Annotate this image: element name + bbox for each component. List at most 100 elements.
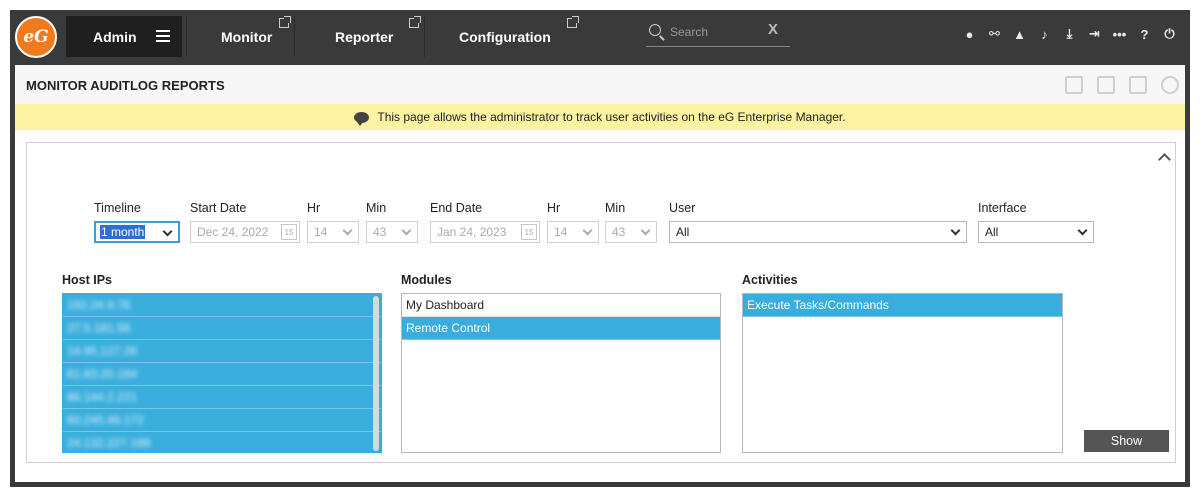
modules-list[interactable]: My Dashboard Remote Control <box>401 293 721 453</box>
start-min-label: Min <box>366 201 387 215</box>
list-item[interactable]: 60.245.46.172 <box>63 409 381 432</box>
schedule-icon[interactable] <box>1161 76 1179 94</box>
host-ip-text: 24.132.227.189 <box>67 436 151 450</box>
host-ips-list[interactable]: 192.24.9.76 27.5.181.56 14.95.127.26 61.… <box>62 293 382 453</box>
nav-admin-tab[interactable]: Admin <box>66 16 182 57</box>
host-ips-label: Host IPs <box>62 273 113 287</box>
search-input[interactable] <box>670 23 766 41</box>
user-icon[interactable]: ● <box>957 24 982 44</box>
chevron-down-icon <box>640 225 651 236</box>
end-min-select[interactable]: 43 <box>605 221 657 243</box>
interface-value: All <box>985 225 999 239</box>
user-label: User <box>669 201 696 215</box>
chevron-down-icon <box>162 226 173 237</box>
start-date-value: Dec 24, 2022 <box>197 225 269 239</box>
interface-select[interactable]: All <box>978 221 1094 243</box>
external-link-icon <box>409 16 421 28</box>
activities-list[interactable]: Execute Tasks/Commands <box>742 293 1063 453</box>
list-item[interactable]: My Dashboard <box>402 294 720 317</box>
start-hr-select[interactable]: 14 <box>307 221 359 243</box>
nav-tab-reporter[interactable]: Reporter <box>294 16 424 57</box>
list-item[interactable]: 24.132.227.189 <box>63 432 381 452</box>
list-item[interactable]: 27.5.181.56 <box>63 317 381 340</box>
hamburger-menu-icon[interactable] <box>156 30 170 42</box>
module-text: My Dashboard <box>406 298 485 312</box>
end-date-label: End Date <box>430 201 483 215</box>
eg-logo[interactable]: eG <box>15 16 57 58</box>
excel-icon[interactable] <box>1129 76 1147 94</box>
start-min-value: 43 <box>373 225 387 239</box>
activities-label: Activities <box>742 273 798 287</box>
list-item[interactable]: Execute Tasks/Commands <box>743 294 1062 317</box>
header-actions <box>1065 76 1179 94</box>
end-date-field[interactable]: Jan 24, 2023 15 <box>430 221 540 243</box>
power-icon[interactable]: ⏻ <box>1157 24 1182 44</box>
clear-search-icon[interactable]: X <box>768 21 778 38</box>
page-header: MONITOR AUDITLOG REPORTS <box>15 65 1185 104</box>
search-icon <box>649 24 661 36</box>
timeline-value: 1 month <box>100 225 146 239</box>
chevron-up-icon[interactable] <box>1158 153 1171 166</box>
chevron-down-icon <box>401 225 412 236</box>
chevron-down-icon <box>950 225 961 236</box>
list-item[interactable]: 192.24.9.76 <box>63 294 381 317</box>
toolbar-icons: ● ⚯ ▲ ♪ ⤓ ⇥ ••• ? ⏻ <box>957 24 1182 44</box>
calendar-icon[interactable]: 15 <box>521 224 537 240</box>
host-ip-text: 14.95.127.26 <box>67 344 138 358</box>
start-hr-value: 14 <box>314 225 328 239</box>
list-item[interactable]: 61.83.20.164 <box>63 363 381 386</box>
top-nav-bar: eG Admin Monitor Reporter Configuration … <box>10 10 1190 65</box>
module-text: Remote Control <box>406 321 491 335</box>
print-icon[interactable] <box>1097 76 1115 94</box>
help-icon[interactable]: ? <box>1132 24 1157 44</box>
nav-admin-label: Admin <box>93 28 137 45</box>
host-ip-text: 60.245.46.172 <box>67 413 144 427</box>
timeline-label: Timeline <box>94 201 141 215</box>
host-ip-text: 86.144.2.221 <box>67 390 138 404</box>
page-title: MONITOR AUDITLOG REPORTS <box>26 78 225 93</box>
start-hr-label: Hr <box>307 201 321 215</box>
start-date-field[interactable]: Dec 24, 2022 15 <box>190 221 300 243</box>
search-box: X <box>646 20 790 47</box>
more-icon[interactable]: ••• <box>1107 24 1132 44</box>
pdf-icon[interactable] <box>1065 76 1083 94</box>
external-link-icon <box>567 16 579 28</box>
start-min-select[interactable]: 43 <box>366 221 418 243</box>
list-item[interactable]: 14.95.127.26 <box>63 340 381 363</box>
user-select[interactable]: All <box>669 221 967 243</box>
chevron-down-icon <box>1077 225 1088 236</box>
bell-icon[interactable]: ♪ <box>1032 24 1057 44</box>
end-min-value: 43 <box>612 225 626 239</box>
list-item[interactable]: 86.144.2.221 <box>63 386 381 409</box>
download-icon[interactable]: ⤓ <box>1057 24 1082 44</box>
user-value: All <box>676 225 690 239</box>
nav-tab-configuration[interactable]: Configuration <box>424 16 584 57</box>
host-ip-text: 27.5.181.56 <box>67 321 131 335</box>
end-min-label: Min <box>605 201 626 215</box>
timeline-select[interactable]: 1 month <box>94 221 180 243</box>
app-window: eG Admin Monitor Reporter Configuration … <box>10 10 1190 487</box>
login-icon[interactable]: ⇥ <box>1082 24 1107 44</box>
host-ips-scrollbar[interactable] <box>373 296 379 451</box>
show-button[interactable]: Show <box>1084 430 1169 452</box>
activity-text: Execute Tasks/Commands <box>747 298 889 312</box>
info-text: This page allows the administrator to tr… <box>377 110 846 124</box>
nav-tab-label: Monitor <box>221 28 273 45</box>
host-ip-text: 61.83.20.164 <box>67 367 138 381</box>
link-icon[interactable]: ⚯ <box>982 24 1007 44</box>
end-hr-label: Hr <box>547 201 561 215</box>
interface-label: Interface <box>978 201 1027 215</box>
start-date-label: Start Date <box>190 201 247 215</box>
nav-tab-label: Reporter <box>335 28 394 45</box>
content-panel: MONITOR AUDITLOG REPORTS This page allow… <box>15 65 1185 482</box>
end-hr-select[interactable]: 14 <box>547 221 599 243</box>
nav-tab-monitor[interactable]: Monitor <box>186 16 294 57</box>
chart-icon[interactable]: ▲ <box>1007 24 1032 44</box>
modules-label: Modules <box>401 273 452 287</box>
calendar-icon[interactable]: 15 <box>281 224 297 240</box>
end-date-value: Jan 24, 2023 <box>437 225 507 239</box>
info-banner: This page allows the administrator to tr… <box>15 104 1185 130</box>
speech-bubble-icon <box>354 111 370 126</box>
list-item[interactable]: Remote Control <box>402 317 720 340</box>
chevron-down-icon <box>342 225 353 236</box>
